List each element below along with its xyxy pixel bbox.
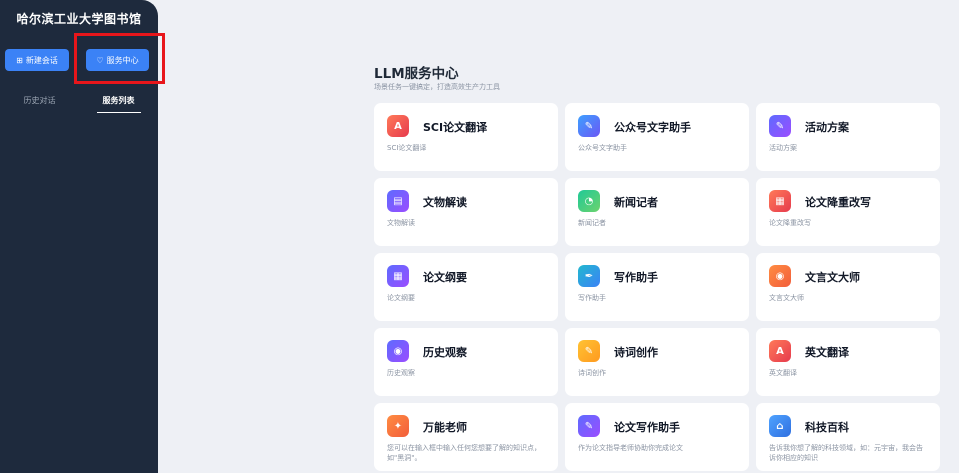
- service-card-paper-writing[interactable]: ✎ 论文写作助手 作为论文指导老师协助你完成论文: [565, 403, 749, 471]
- outline-icon: ▦: [387, 265, 409, 287]
- encyclopedia-icon: ⌂: [769, 415, 791, 437]
- pen-icon: ✎: [578, 115, 600, 137]
- card-title: 文物解读: [423, 196, 467, 209]
- card-desc: 活动方案: [769, 144, 797, 152]
- new-chat-icon: ⊞: [16, 55, 23, 65]
- card-title: SCI论文翻译: [423, 121, 488, 134]
- card-desc: 您可以在输入框中输入任何您想要了解的知识点，如"黑洞"。: [387, 444, 541, 462]
- library-title: 哈尔滨工业大学图书馆: [16, 12, 142, 26]
- card-title: 论文纲要: [423, 271, 467, 284]
- card-desc: 文言文大师: [769, 294, 804, 302]
- card-desc: 新闻记者: [578, 219, 606, 227]
- rewrite-icon: ▦: [769, 190, 791, 212]
- card-title: 写作助手: [614, 271, 658, 284]
- teacher-icon: ✦: [387, 415, 409, 437]
- card-title: 诗词创作: [614, 346, 658, 359]
- service-card-artifact[interactable]: ▤ 文物解读 文物解读: [374, 178, 558, 246]
- classical-chinese-icon: ◉: [769, 265, 791, 287]
- service-card-rewrite[interactable]: ▦ 论文降重改写 论文降重改写: [756, 178, 940, 246]
- eye-icon: ◉: [387, 340, 409, 362]
- sidebar-tabs: 历史对话 服务列表: [0, 93, 158, 113]
- page-subtitle: 场景任务一键搞定，打造高效生产力工具: [374, 83, 500, 91]
- service-card-event-plan[interactable]: ✎ 活动方案 活动方案: [756, 103, 940, 171]
- card-title: 历史观察: [423, 346, 467, 359]
- service-card-wechat-writer[interactable]: ✎ 公众号文字助手 公众号文字助手: [565, 103, 749, 171]
- service-card-news[interactable]: ◔ 新闻记者 新闻记者: [565, 178, 749, 246]
- card-desc: 写作助手: [578, 294, 606, 302]
- service-card-history[interactable]: ◉ 历史观察 历史观察: [374, 328, 558, 396]
- card-desc: 作为论文指导老师协助你完成论文: [578, 444, 683, 452]
- service-card-poetry[interactable]: ✎ 诗词创作 诗词创作: [565, 328, 749, 396]
- document-translate-icon: A: [387, 115, 409, 137]
- plan-icon: ✎: [769, 115, 791, 137]
- new-chat-button[interactable]: ⊞ 新建会话: [5, 49, 69, 71]
- card-title: 活动方案: [805, 121, 849, 134]
- translate-icon: A: [769, 340, 791, 362]
- card-desc: 论文降重改写: [769, 219, 811, 227]
- tab-history[interactable]: 历史对话: [18, 93, 62, 113]
- card-title: 公众号文字助手: [614, 121, 691, 134]
- poetry-icon: ✎: [578, 340, 600, 362]
- service-grid: A SCI论文翻译 SCI论文翻译 ✎ 公众号文字助手 公众号文字助手 ✎ 活动…: [374, 103, 940, 471]
- card-desc: 告诉我你想了解的科技领域，如：元宇宙，我会告诉你相应的知识: [769, 444, 923, 462]
- service-card-writing[interactable]: ✒ 写作助手 写作助手: [565, 253, 749, 321]
- card-title: 科技百科: [805, 421, 849, 434]
- card-desc: 论文纲要: [387, 294, 415, 302]
- card-title: 新闻记者: [614, 196, 658, 209]
- service-card-teacher[interactable]: ✦ 万能老师 您可以在输入框中输入任何您想要了解的知识点，如"黑洞"。: [374, 403, 558, 471]
- sidebar: 哈尔滨工业大学图书馆 ⊞ 新建会话 ♡ 服务中心 历史对话 服务列表: [0, 0, 165, 473]
- tab-service-list[interactable]: 服务列表: [96, 93, 141, 113]
- card-desc: 英文翻译: [769, 369, 797, 377]
- card-title: 万能老师: [423, 421, 467, 434]
- card-title: 论文降重改写: [805, 196, 871, 209]
- card-desc: SCI论文翻译: [387, 144, 427, 152]
- service-card-english[interactable]: A 英文翻译 英文翻译: [756, 328, 940, 396]
- service-card-sci-translation[interactable]: A SCI论文翻译 SCI论文翻译: [374, 103, 558, 171]
- service-card-encyclopedia[interactable]: ⌂ 科技百科 告诉我你想了解的科技领域，如：元宇宙，我会告诉你相应的知识: [756, 403, 940, 471]
- highlight-box: [74, 33, 165, 84]
- new-chat-label: 新建会话: [25, 55, 58, 65]
- card-desc: 诗词创作: [578, 369, 606, 377]
- news-icon: ◔: [578, 190, 600, 212]
- paper-writing-icon: ✎: [578, 415, 600, 437]
- card-desc: 公众号文字助手: [578, 144, 627, 152]
- card-title: 英文翻译: [805, 346, 849, 359]
- page-title: LLM服务中心: [374, 66, 459, 82]
- card-desc: 历史观察: [387, 369, 415, 377]
- service-card-classical[interactable]: ◉ 文言文大师 文言文大师: [756, 253, 940, 321]
- card-title: 论文写作助手: [614, 421, 680, 434]
- service-card-outline[interactable]: ▦ 论文纲要 论文纲要: [374, 253, 558, 321]
- card-title: 文言文大师: [805, 271, 860, 284]
- writing-icon: ✒: [578, 265, 600, 287]
- artifact-icon: ▤: [387, 190, 409, 212]
- card-desc: 文物解读: [387, 219, 415, 227]
